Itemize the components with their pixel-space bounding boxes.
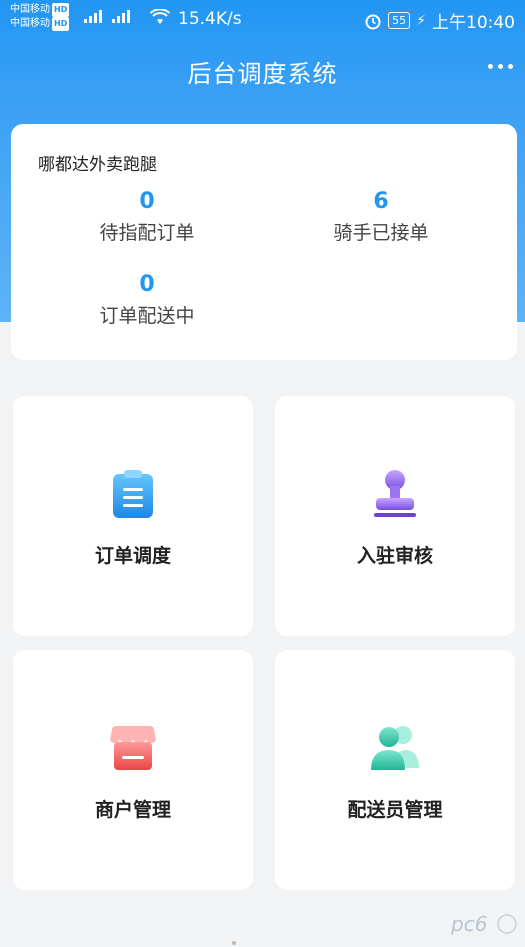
wifi-icon xyxy=(150,9,170,24)
page-title: 后台调度系统 xyxy=(187,60,338,88)
watermark-logo: pc6 xyxy=(450,912,517,936)
net-speed: 15.4K/s xyxy=(178,9,242,29)
carrier-2: 中国移动 xyxy=(10,18,50,29)
hd-badge: HD xyxy=(52,17,70,31)
stat-value: 0 xyxy=(139,189,155,214)
carrier-1: 中国移动 xyxy=(10,4,50,15)
stat-label: 订单配送中 xyxy=(99,305,195,327)
battery-level: 55 xyxy=(388,12,411,29)
company-name: 哪都达外卖跑腿 xyxy=(38,155,157,175)
stat-value: 0 xyxy=(139,272,155,297)
tile-entry-review[interactable]: 入驻审核 xyxy=(275,396,515,636)
more-menu-icon[interactable] xyxy=(488,64,513,69)
signal-icon xyxy=(84,10,130,23)
tile-merchant-management[interactable]: 商户管理 xyxy=(13,650,253,890)
tile-order-dispatch[interactable]: 订单调度 xyxy=(13,396,253,636)
store-icon xyxy=(110,726,156,770)
app-header: 后台调度系统 xyxy=(0,46,525,96)
users-icon xyxy=(371,726,419,770)
alarm-icon xyxy=(365,14,381,29)
stat-label: 待指配订单 xyxy=(99,222,195,244)
charging-icon: ⚡ xyxy=(416,12,426,29)
tile-courier-management[interactable]: 配送员管理 xyxy=(275,650,515,890)
tile-label: 配送员管理 xyxy=(347,799,443,821)
carrier-info: 中国移动 HD 中国移动 HD xyxy=(10,3,70,31)
stat-label: 骑手已接单 xyxy=(333,222,429,244)
summary-card: 哪都达外卖跑腿 0 待指配订单 6 骑手已接单 0 订单配送中 xyxy=(11,124,517,360)
status-bar: 中国移动 HD 中国移动 HD 15.4K/s 55 ⚡ 上午10:40 xyxy=(0,0,525,38)
svg-text:pc6: pc6 xyxy=(450,912,487,936)
clock: 上午10:40 xyxy=(432,13,515,33)
stat-accepted-orders[interactable]: 6 骑手已接单 xyxy=(281,188,481,245)
stat-value: 6 xyxy=(373,189,389,214)
clipboard-icon xyxy=(113,470,153,518)
stat-delivering-orders[interactable]: 0 订单配送中 xyxy=(47,271,247,328)
tile-label: 商户管理 xyxy=(94,799,171,821)
tile-label: 入驻审核 xyxy=(356,545,433,567)
hd-badge: HD xyxy=(52,3,70,17)
tile-label: 订单调度 xyxy=(94,545,171,567)
stamp-icon xyxy=(374,470,416,517)
page-indicator xyxy=(232,941,236,945)
stat-pending-orders[interactable]: 0 待指配订单 xyxy=(47,188,247,245)
